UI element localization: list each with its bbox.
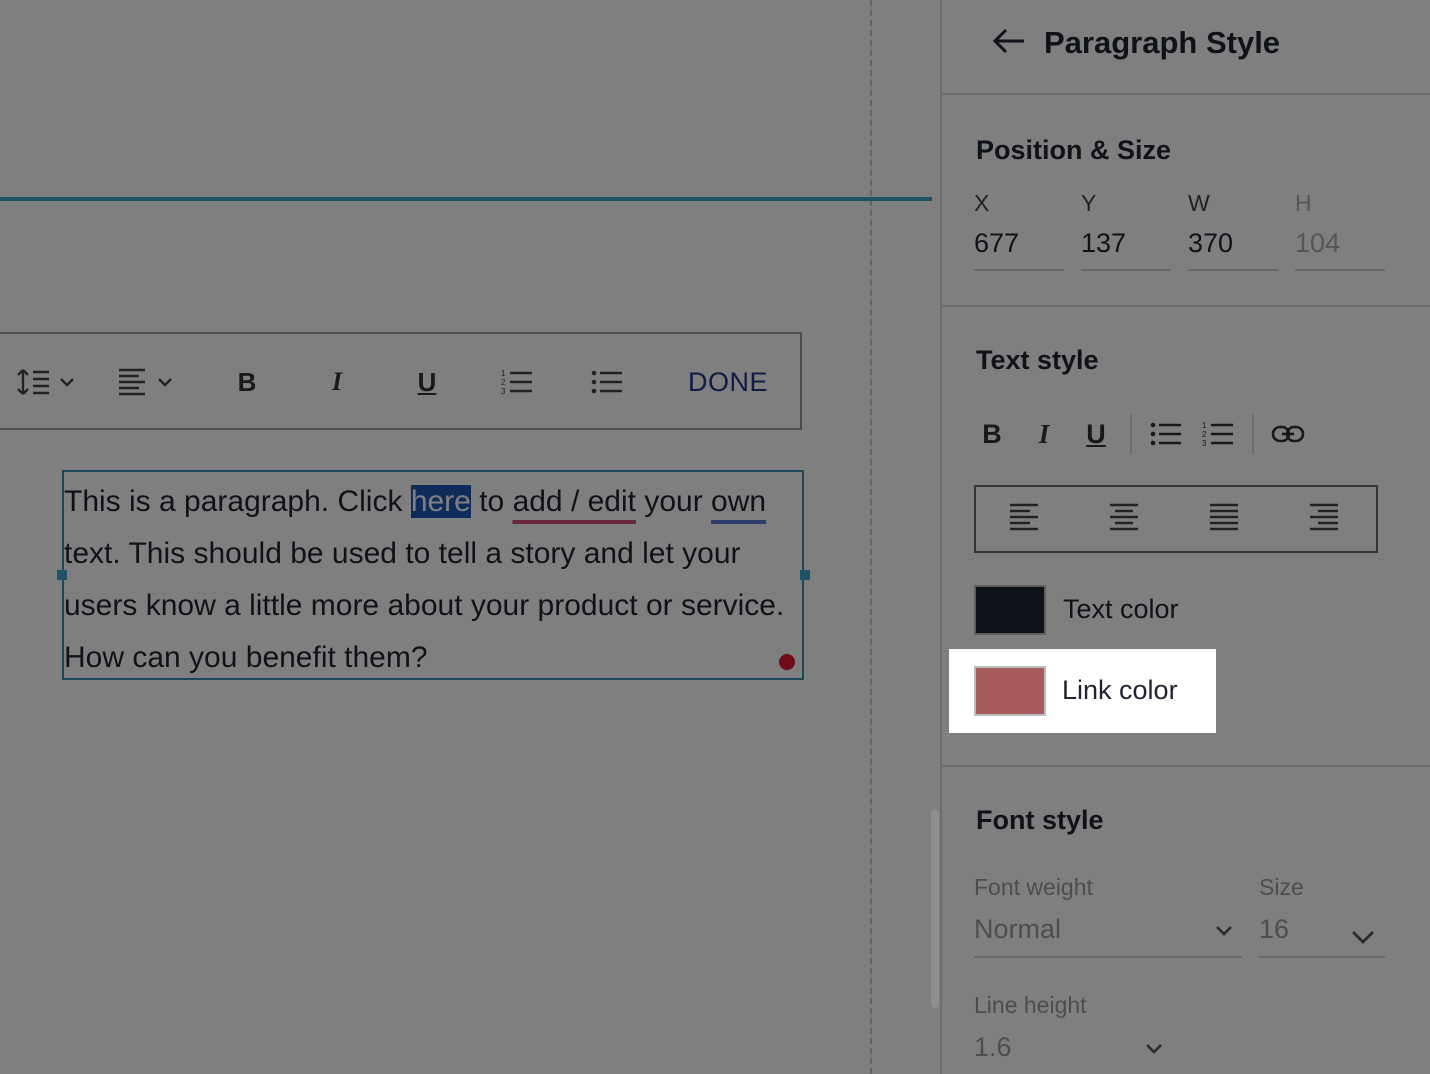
panel-ordered-list-button[interactable]: 1 2 3 [1198, 414, 1238, 454]
y-label: Y [1081, 190, 1097, 216]
position-size-section: Position & Size [942, 95, 1430, 307]
x-label: X [974, 190, 990, 216]
vertical-guide [870, 0, 872, 1074]
paragraph-text[interactable]: This is a paragraph. Click here to add /… [64, 476, 794, 684]
paragraph-text-part: text. This should be used to tell a stor… [64, 537, 785, 674]
paragraph-text-part: your [636, 485, 712, 518]
bullet-list-button[interactable] [582, 334, 632, 430]
line-height-icon [17, 369, 74, 395]
font-weight-label: Font weight [974, 874, 1093, 900]
size-label: Size [1259, 874, 1304, 900]
ordered-list-button[interactable]: 1 2 3 [492, 334, 542, 430]
bullet-list-icon [591, 370, 622, 394]
align-dropdown[interactable] [112, 334, 184, 430]
section-title: Position & Size [976, 135, 1172, 165]
divider [1252, 414, 1254, 454]
w-label: W [1188, 190, 1210, 216]
link-color-spotlight: Link color [949, 649, 1216, 733]
w-field[interactable]: 370 [1188, 228, 1278, 271]
align-left-icon [1010, 503, 1038, 531]
horizontal-guide [0, 197, 932, 201]
align-justify-button[interactable] [1208, 501, 1248, 541]
line-height-select[interactable]: 1.6 [974, 1032, 1012, 1063]
editor-canvas[interactable]: B I U 1 2 3 DONE This is a paragraph. Cl… [0, 0, 940, 1074]
panel-bullet-list-button[interactable] [1146, 414, 1186, 454]
page-title: Paragraph Style [1044, 25, 1281, 60]
selected-text[interactable]: here [410, 485, 471, 518]
svg-text:2: 2 [1202, 430, 1207, 439]
panel-underline-button[interactable]: U [1076, 414, 1116, 454]
alignment-group [974, 485, 1378, 553]
paragraph-element[interactable]: This is a paragraph. Click here to add /… [57, 470, 810, 680]
underline-button[interactable]: U [402, 334, 452, 430]
svg-text:1: 1 [1202, 421, 1207, 430]
link-color-label[interactable]: Link color [1062, 675, 1178, 706]
paragraph-text-part: to [470, 485, 513, 518]
chevron-down-icon [1352, 931, 1374, 944]
text-toolbar: B I U 1 2 3 DONE [0, 332, 802, 430]
text-color-label: Text color [1063, 594, 1179, 624]
size-select[interactable]: 16 [1259, 914, 1289, 945]
align-left-icon [119, 368, 172, 396]
divider [974, 956, 1242, 958]
panel-header: Paragraph Style [942, 0, 1430, 95]
scrollbar[interactable] [931, 810, 939, 1008]
text-color-swatch[interactable] [974, 585, 1046, 635]
svg-text:1: 1 [501, 369, 506, 378]
align-left-button[interactable] [1008, 501, 1048, 541]
link-icon [1271, 425, 1305, 443]
resize-handle-left[interactable] [57, 570, 67, 580]
done-button[interactable]: DONE [668, 334, 788, 430]
svg-text:2: 2 [501, 378, 506, 387]
paragraph-text-part: This is a paragraph. Click [64, 485, 411, 518]
align-justify-icon [1210, 503, 1238, 531]
align-right-button[interactable] [1308, 501, 1348, 541]
divider [1259, 956, 1385, 958]
section-title: Text style [976, 345, 1099, 375]
y-field[interactable]: 137 [1081, 228, 1171, 271]
svg-text:3: 3 [1202, 439, 1207, 448]
arrow-left-icon [992, 28, 1024, 54]
panel-bold-button[interactable]: B [972, 414, 1012, 454]
svg-text:3: 3 [501, 387, 506, 396]
panel-link-button[interactable] [1268, 414, 1308, 454]
panel-italic-button[interactable]: I [1024, 414, 1064, 454]
paragraph-link[interactable]: add / edit [513, 485, 636, 518]
divider [1130, 414, 1132, 454]
align-right-icon [1310, 503, 1338, 531]
chevron-down-icon [1146, 1044, 1162, 1054]
section-title: Font style [976, 805, 1104, 835]
font-weight-select[interactable]: Normal [974, 914, 1061, 945]
status-dot [779, 654, 795, 670]
resize-handle-right[interactable] [800, 570, 810, 580]
line-height-label: Line height [974, 992, 1087, 1018]
italic-button[interactable]: I [312, 334, 362, 430]
chevron-down-icon [1216, 926, 1232, 936]
x-field[interactable]: 677 [974, 228, 1064, 271]
link-color-swatch[interactable] [974, 666, 1046, 716]
ordered-list-icon: 1 2 3 [501, 369, 532, 396]
back-button[interactable] [992, 26, 1026, 65]
bullet-list-icon [1150, 422, 1181, 446]
align-center-button[interactable] [1108, 501, 1148, 541]
align-center-icon [1110, 503, 1138, 531]
paragraph-link[interactable]: own [711, 485, 766, 518]
bold-button[interactable]: B [222, 334, 272, 430]
ordered-list-icon: 1 2 3 [1202, 421, 1233, 448]
h-field: 104 [1295, 228, 1385, 271]
line-height-dropdown[interactable] [8, 334, 88, 430]
h-label: H [1295, 190, 1312, 216]
